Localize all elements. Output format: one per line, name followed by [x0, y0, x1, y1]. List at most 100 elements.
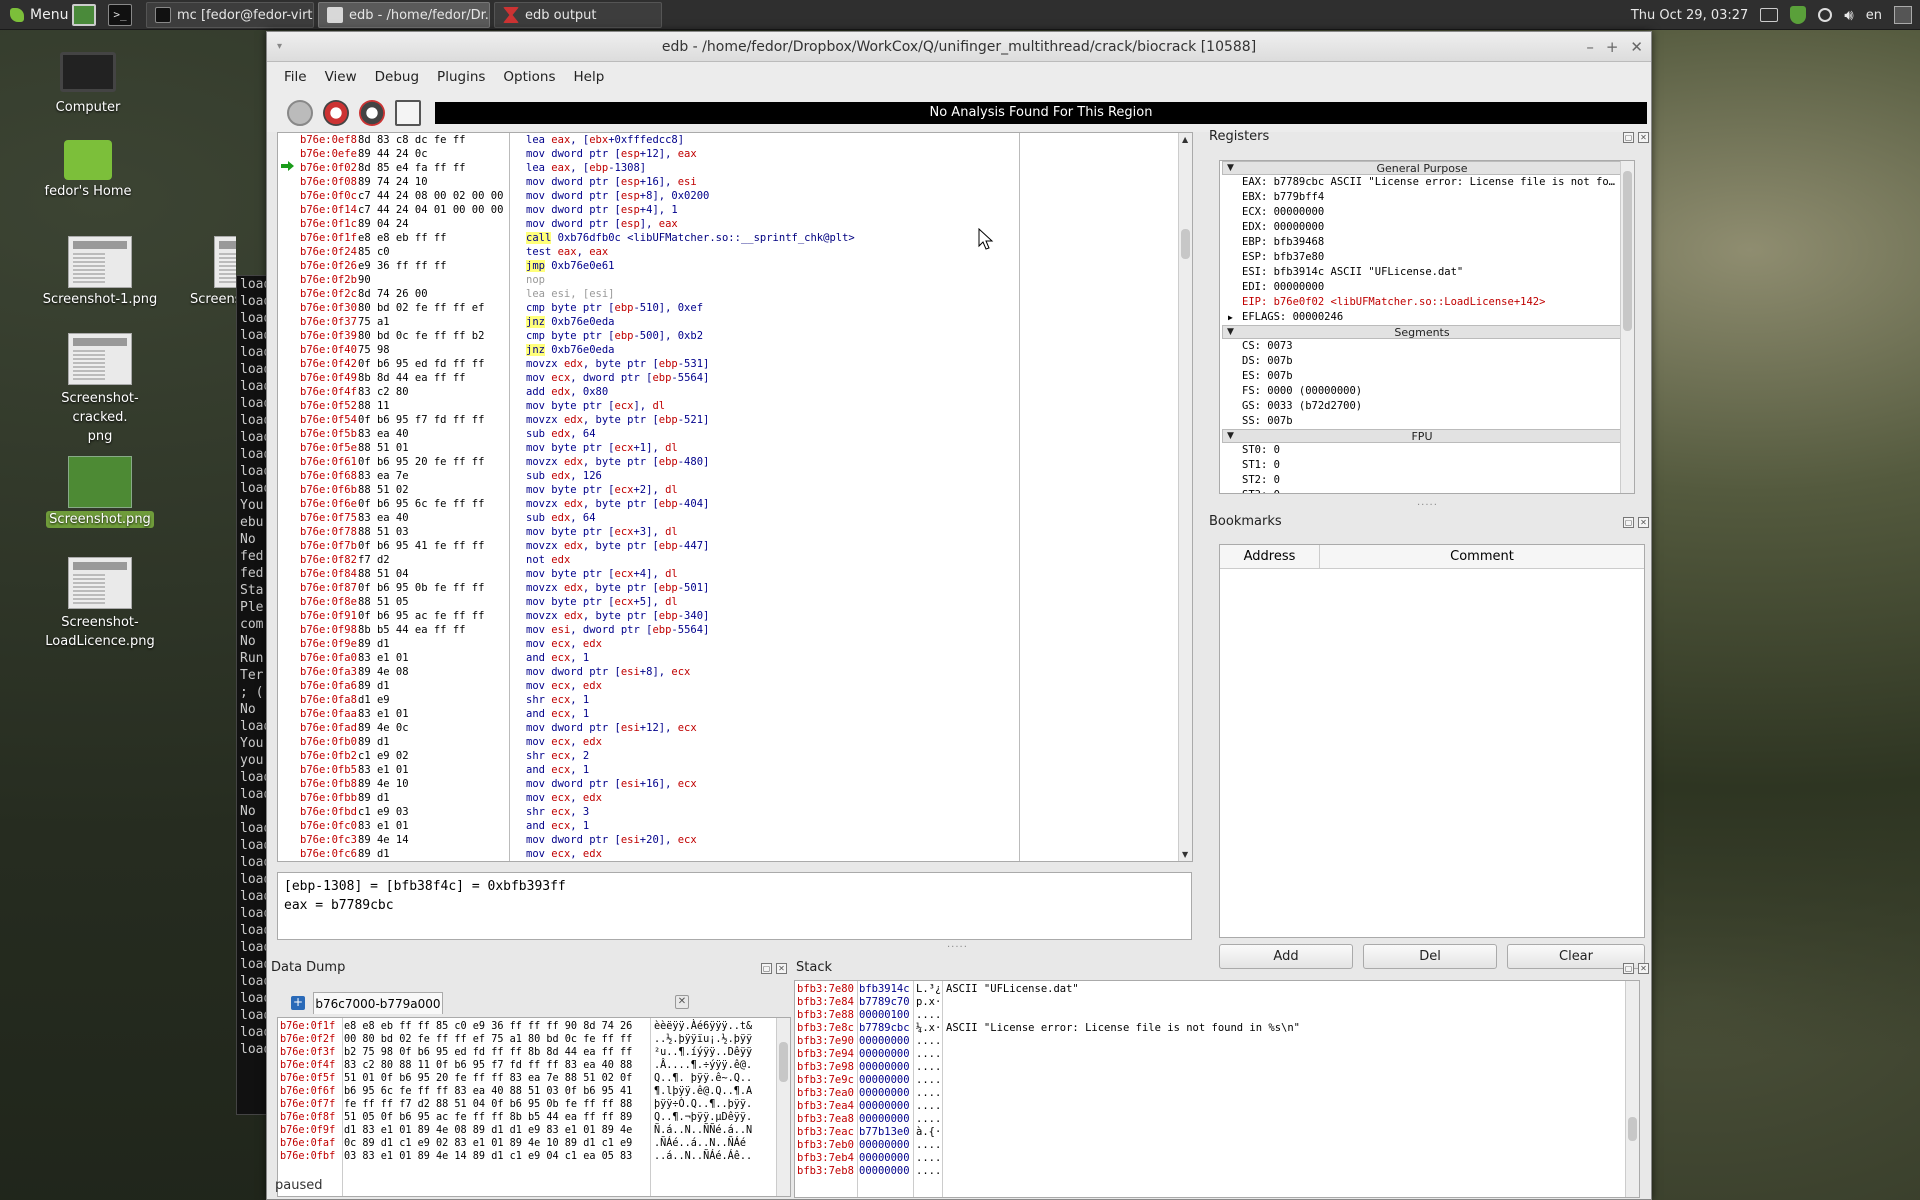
data-dump-tab[interactable]: b76c7000-b779a000: [313, 992, 443, 1014]
minimize-icon[interactable]: –: [1586, 32, 1594, 62]
scroll-up-icon[interactable]: ▲: [1182, 135, 1188, 144]
splitter-handle[interactable]: ·····: [1417, 500, 1438, 511]
disasm-row[interactable]: b76e:0f78 88 51 03 mov byte ptr [ecx+3], d…: [278, 525, 1178, 539]
register-row[interactable]: ST1: 0: [1220, 458, 1634, 473]
disasm-row[interactable]: b76e:0f26 e9 36 ff ff ff jmp 0xb76e0e61: [278, 259, 1178, 273]
disasm-row[interactable]: b76e:0f2c 8d 74 26 00 lea esi, [esi]: [278, 287, 1178, 301]
disasm-row[interactable]: b76e:0fa8 d1 e9 shr ecx, 1: [278, 693, 1178, 707]
maximize-icon[interactable]: +: [1606, 32, 1619, 62]
close-icon[interactable]: ✕: [776, 963, 787, 974]
section-segments[interactable]: ▼ Segments: [1222, 325, 1622, 339]
disasm-row[interactable]: b76e:0fa0 83 e1 01 and ecx, 1: [278, 651, 1178, 665]
disasm-row[interactable]: b76e:0fa3 89 4e 08 mov dword ptr [esi+8], …: [278, 665, 1178, 679]
register-row[interactable]: EDI: 00000000: [1220, 280, 1634, 295]
column-header-comment[interactable]: Comment: [1320, 545, 1644, 568]
disasm-row[interactable]: b76e:0f98 8b b5 44 ea ff ff mov esi, dword…: [278, 623, 1178, 637]
register-row[interactable]: EBX: b779bff4: [1220, 190, 1634, 205]
disasm-row[interactable]: b76e:0f0c c7 44 24 08 00 02 00 00 mov dwor…: [278, 189, 1178, 203]
disasm-row[interactable]: b76e:0f7b 0f b6 95 41 fe ff ff movzx edx, …: [278, 539, 1178, 553]
scroll-thumb[interactable]: [1623, 171, 1632, 331]
volume-icon[interactable]: 🔊︎: [1844, 6, 1853, 24]
disasm-row[interactable]: b76e:0f4f 83 c2 80 add edx, 0x80: [278, 385, 1178, 399]
task-edb[interactable]: edb - /home/fedor/Dr...: [318, 2, 490, 28]
registers-scrollbar[interactable]: [1620, 161, 1634, 493]
disasm-row[interactable]: b76e:0fb5 83 e1 01 and ecx, 1: [278, 763, 1178, 777]
register-row[interactable]: DS: 007b: [1220, 354, 1634, 369]
desktop-icon-screenshot-cracked[interactable]: Screenshot-cracked. png: [40, 333, 160, 446]
disasm-row[interactable]: b76e:0fc6 89 d1 mov ecx, edx: [278, 847, 1178, 861]
disasm-row[interactable]: b76e:0f30 80 bd 02 fe ff ff ef cmp byte pt…: [278, 301, 1178, 315]
disasm-row[interactable]: b76e:0f42 0f b6 95 ed fd ff ff movzx edx, …: [278, 357, 1178, 371]
disasm-row[interactable]: b76e:0f84 88 51 04 mov byte ptr [ecx+4], d…: [278, 567, 1178, 581]
disasm-row[interactable]: b76e:0f08 89 74 24 10 mov dword ptr [esp+1…: [278, 175, 1178, 189]
disasm-row[interactable]: b76e:0ef8 8d 83 c8 dc fe ff lea eax, [ebx+…: [278, 133, 1178, 147]
menu-help[interactable]: Help: [565, 69, 614, 85]
disasm-row[interactable]: b76e:0f49 8b 8d 44 ea ff ff mov ecx, dword…: [278, 371, 1178, 385]
disasm-row[interactable]: b76e:0f14 c7 44 24 04 01 00 00 00 mov dwor…: [278, 203, 1178, 217]
add-tab-icon[interactable]: +: [291, 996, 305, 1010]
menu-file[interactable]: File: [275, 69, 316, 85]
scroll-thumb[interactable]: [1628, 1117, 1637, 1141]
step-over-icon[interactable]: [359, 100, 385, 126]
disasm-row[interactable]: b76e:0f39 80 bd 0c fe ff ff b2 cmp byte pt…: [278, 329, 1178, 343]
close-icon[interactable]: ✕: [1638, 132, 1649, 143]
register-row[interactable]: EBP: bfb39468: [1220, 235, 1634, 250]
disasm-row[interactable]: b76e:0f87 0f b6 95 0b fe ff ff movzx edx, …: [278, 581, 1178, 595]
stop-icon[interactable]: [287, 100, 313, 126]
app-tray-icon[interactable]: [1894, 6, 1912, 24]
desktop-icon-screenshot-loadlicence[interactable]: Screenshot- LoadLicence.png: [40, 557, 160, 651]
section-fpu[interactable]: ▼ FPU: [1222, 429, 1622, 443]
register-row[interactable]: ES: 007b: [1220, 369, 1634, 384]
terminal-launcher-icon[interactable]: >_: [108, 4, 132, 26]
registers-view[interactable]: ▼ General Purpose EAX: b7789cbc ASCII "Li…: [1219, 160, 1635, 494]
disasm-row[interactable]: b76e:0f52 88 11 mov byte ptr [ecx], dl: [278, 399, 1178, 413]
register-row[interactable]: SS: 007b: [1220, 414, 1634, 429]
disasm-row[interactable]: b76e:0f2b 90 nop: [278, 273, 1178, 287]
keyboard-layout[interactable]: en: [1866, 8, 1882, 23]
scroll-thumb[interactable]: [779, 1042, 788, 1082]
power-icon[interactable]: [1818, 8, 1833, 22]
disasm-row[interactable]: b76e:0f37 75 a1 jnz 0xb76e0eda: [278, 315, 1178, 329]
task-mc[interactable]: mc [fedor@fedor-virt...: [146, 2, 314, 28]
register-row[interactable]: ESI: bfb3914c ASCII "UFLicense.dat": [1220, 265, 1634, 280]
disasm-row[interactable]: b76e:0fb2 c1 e9 02 shr ecx, 2: [278, 749, 1178, 763]
data-dump-scrollbar[interactable]: [776, 1018, 790, 1196]
float-icon[interactable]: ▢: [1623, 963, 1634, 974]
menu-plugins[interactable]: Plugins: [428, 69, 494, 85]
disasm-row[interactable]: b76e:0f40 75 98 jnz 0xb76e0eda: [278, 343, 1178, 357]
disasm-row[interactable]: b76e:0f1f e8 e8 eb ff ff call 0xb76dfb0c <…: [278, 231, 1178, 245]
disasm-row[interactable]: b76e:0f24 85 c0 test eax, eax: [278, 245, 1178, 259]
step-into-icon[interactable]: [323, 100, 349, 126]
disasm-row[interactable]: b76e:0f61 0f b6 95 20 fe ff ff movzx edx, …: [278, 455, 1178, 469]
data-dump-view[interactable]: b76e:0f1f e8 e8 eb ff ff 85 c0 e9 36 ff f…: [277, 1017, 791, 1197]
register-row[interactable]: EIP: b76e0f02 <libUFMatcher.so::LoadLice…: [1220, 295, 1634, 310]
scroll-down-icon[interactable]: ▼: [1182, 850, 1188, 859]
disasm-row[interactable]: b76e:0fbd c1 e9 03 shr ecx, 3: [278, 805, 1178, 819]
show-desktop-icon[interactable]: [72, 4, 96, 26]
desktop-icon-screenshot-1[interactable]: Screenshot-1.png: [40, 236, 160, 307]
disasm-row[interactable]: b76e:0f9e 89 d1 mov ecx, edx: [278, 637, 1178, 651]
disasm-row[interactable]: b76e:0fad 89 4e 0c mov dword ptr [esi+12],…: [278, 721, 1178, 735]
desktop-icon-screenshot[interactable]: Screenshot.png: [40, 456, 160, 528]
disasm-row[interactable]: b76e:0f8e 88 51 05 mov byte ptr [ecx+5], d…: [278, 595, 1178, 609]
register-row[interactable]: ESP: bfb37e80: [1220, 250, 1634, 265]
delete-bookmark-button[interactable]: Del: [1363, 944, 1497, 969]
task-edb-output[interactable]: edb output: [494, 2, 662, 28]
close-icon[interactable]: ✕: [1638, 517, 1649, 528]
section-general-purpose[interactable]: ▼ General Purpose: [1222, 161, 1622, 175]
add-bookmark-button[interactable]: Add: [1219, 944, 1353, 969]
column-header-address[interactable]: Address: [1220, 545, 1320, 568]
float-icon[interactable]: ▢: [1623, 132, 1634, 143]
close-tab-icon[interactable]: ✕: [675, 995, 689, 1009]
network-icon[interactable]: [1760, 8, 1779, 22]
scroll-thumb[interactable]: [1181, 229, 1190, 259]
disasm-row[interactable]: b76e:0fc3 89 4e 14 mov dword ptr [esi+20],…: [278, 833, 1178, 847]
disasm-row[interactable]: b76e:0fb8 89 4e 10 mov dword ptr [esi+16],…: [278, 777, 1178, 791]
disasm-row[interactable]: b76e:0f68 83 ea 7e sub edx, 126: [278, 469, 1178, 483]
disasm-row[interactable]: b76e:0fb0 89 d1 mov ecx, edx: [278, 735, 1178, 749]
disasm-row[interactable]: b76e:0f91 0f b6 95 ac fe ff ff movzx edx, …: [278, 609, 1178, 623]
disasm-row[interactable]: b76e:0f54 0f b6 95 f7 fd ff ff movzx edx, …: [278, 413, 1178, 427]
disasm-row[interactable]: b76e:0faa 83 e1 01 and ecx, 1: [278, 707, 1178, 721]
disasm-row[interactable]: b76e:0f75 83 ea 40 sub edx, 64: [278, 511, 1178, 525]
stack-view[interactable]: bfb3:7e80 bfb3914c L.³¿ ASCII "UFLicense.da…: [794, 980, 1640, 1198]
